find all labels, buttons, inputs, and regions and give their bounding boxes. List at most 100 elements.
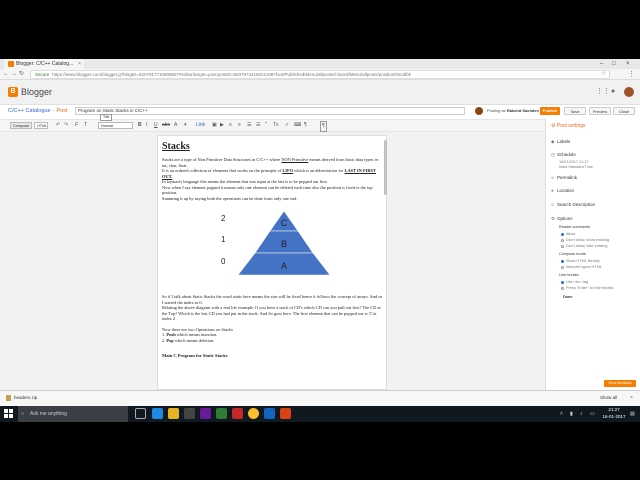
radio-interpret-html[interactable]: Interpret typed HTML [561,265,602,270]
browser-tab[interactable]: Blogger: C/C++ Catalog... × [4,59,84,69]
taskbar-clock[interactable]: 21:27 16-01-2017 [602,407,626,420]
minimize-icon[interactable]: – [600,59,603,69]
radio-dont-allow-hide[interactable]: Don't allow, hide existing [561,244,607,249]
quote-icon[interactable]: " [265,121,267,130]
redo-icon[interactable]: ↷ [64,121,68,130]
align-icon[interactable]: ≡ [238,121,241,130]
undo-icon[interactable]: ↶ [56,121,60,130]
jump-break-icon[interactable]: ≡ [229,121,232,130]
compose-mode-button[interactable]: Compose [10,122,32,129]
spellcheck-icon[interactable]: ✓ [285,121,289,130]
highlight-icon[interactable]: ▾ [184,121,187,130]
breadcrumb-blog[interactable]: C/C++ Catalogue [8,108,51,114]
app-icon[interactable] [264,408,275,419]
notifications-center-icon[interactable]: ▤ [630,408,635,420]
close-downloads-icon[interactable]: × [630,394,633,402]
edge-browser-icon[interactable] [152,408,163,419]
bookmark-star-icon[interactable]: ☆ [601,69,606,80]
chrome-icon[interactable] [248,408,259,419]
network-icon[interactable]: ▮ [570,408,573,420]
clear-format-icon[interactable]: Tx [273,121,279,130]
radio-press-enter[interactable]: Press "Enter" for line breaks [561,286,613,291]
browser-menu-icon[interactable]: ⋮ [628,69,635,80]
editor-canvas[interactable]: Stacks Stacks are a type of Non Primitiv… [157,135,387,390]
video-icon[interactable]: ▶ [220,121,224,130]
show-all-downloads[interactable]: Show all [600,394,617,402]
labels-text: Labels [557,139,571,144]
paragraph: It is an ordered collection of elements … [162,168,384,179]
post-title-input[interactable]: Program on Static Stacks in C/C++ [75,107,465,115]
underline-icon[interactable]: U [154,121,158,130]
location-setting[interactable]: ● Location [551,188,574,194]
app-icon[interactable] [232,408,243,419]
secure-label: Secure [35,72,50,77]
radio-label: Allow [566,232,576,236]
radio-label: Interpret typed HTML [566,265,602,269]
radio-dont-allow-show[interactable]: Don't allow, show existing [561,238,609,243]
input-tools-icon[interactable]: ⌨ [294,121,301,130]
text-run: which is an abbreviation for [293,168,345,173]
permalink-setting[interactable]: ∞ Permalink [551,175,577,181]
account-avatar[interactable] [624,87,634,97]
reload-icon[interactable]: ↻ [19,69,24,80]
blogger-header [0,80,640,105]
app-icon[interactable] [200,408,211,419]
link-icon[interactable]: Link [196,121,205,130]
numbered-list-icon[interactable]: ☰ [247,121,251,130]
zip-file-icon [6,394,11,401]
image-icon[interactable]: ▣ [212,121,217,130]
download-item[interactable]: headers.zip [6,394,37,402]
preview-button[interactable]: Preview [589,107,611,115]
publish-button[interactable]: Publish [540,107,560,115]
bulleted-list-icon[interactable]: ☰ [256,121,260,130]
radio-icon [561,286,564,290]
store-icon[interactable] [184,408,195,419]
maximize-icon[interactable]: □ [612,59,616,69]
radio-selected-icon [561,232,564,236]
done-button[interactable]: Done [563,295,573,300]
task-view-icon[interactable] [135,408,146,419]
radio-show-html[interactable]: Show HTML literally [561,259,600,264]
apps-grid-icon[interactable]: ⋮⋮ [596,86,610,98]
search-description-setting[interactable]: ≡ Search Description [551,202,595,208]
volume-icon[interactable]: ♪ [580,408,583,420]
language-icon[interactable]: ▭ [590,408,595,420]
html-mode-button[interactable]: HTML [34,122,48,129]
windows-start-icon[interactable] [4,409,13,418]
file-explorer-icon[interactable] [168,408,179,419]
send-feedback-button[interactable]: Send feedback [604,380,636,387]
rtl-icon[interactable]: ¶ [304,121,307,130]
text-run: which means insertion. [175,332,218,337]
editor-scrollbar[interactable] [384,140,387,195]
taskbar-search-input[interactable]: ○ Ask me anything [18,406,128,422]
format-select[interactable]: Normal [98,122,133,129]
post-settings-heading[interactable]: ⚙ Post settings [551,123,586,130]
blogger-brand[interactable]: Blogger [21,86,52,98]
radio-use-br[interactable]: Use <br> tag [561,280,588,285]
forward-icon[interactable]: → [11,69,17,80]
radio-allow[interactable]: Allow [561,232,575,237]
bold-icon[interactable]: B [138,121,142,130]
close-button[interactable]: Close [613,107,635,115]
url-input[interactable]: Secure https://www.blogger.com/blogger.g?… [30,70,610,79]
close-tab-icon[interactable]: × [78,59,81,69]
save-button[interactable]: Save [564,107,586,115]
font-size-icon[interactable]: T [84,121,87,130]
breadcrumb: C/C++ Catalogue · Post [8,106,67,116]
font-icon[interactable]: F [75,121,78,130]
italic-icon[interactable]: I [146,121,147,130]
ltr-icon[interactable]: ¶ [320,121,327,132]
app-icon[interactable] [216,408,227,419]
notifications-icon[interactable]: ● [611,86,615,98]
strikethrough-icon[interactable]: abc [162,121,170,130]
close-window-icon[interactable]: × [626,59,630,69]
search-description-text: Search Description [557,202,596,207]
app-icon[interactable] [280,408,291,419]
options-setting[interactable]: ⚙ Options [551,216,573,222]
schedule-setting[interactable]: ◷ Schedule [551,152,576,158]
back-icon[interactable]: ← [3,69,9,80]
tray-up-icon[interactable]: ˄ [560,408,563,420]
blogger-logo-icon[interactable]: B [8,87,18,97]
text-color-icon[interactable]: A [174,121,177,130]
labels-setting[interactable]: ◆ Labels [551,139,570,145]
